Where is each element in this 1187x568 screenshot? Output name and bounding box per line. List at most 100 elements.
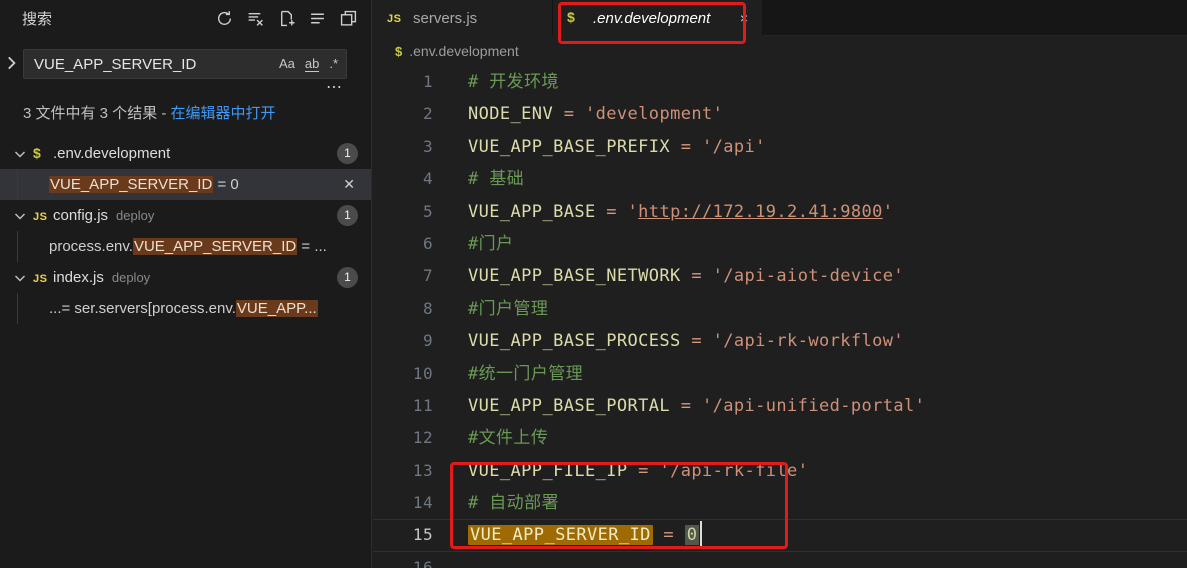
new-search-editor-icon[interactable] [277, 9, 295, 27]
file-path: deploy [116, 208, 155, 223]
whole-word-toggle[interactable]: ab [304, 56, 320, 72]
code-line-6[interactable]: 6 #门户 [373, 228, 1187, 260]
tab-servers-js[interactable]: JS servers.js [373, 0, 553, 36]
code-token: '/api-rk-file' [659, 460, 809, 481]
open-in-editor-link[interactable]: 在编辑器中打开 [171, 105, 276, 122]
tab-bar-empty-space [763, 0, 1187, 35]
code-line-2[interactable]: 2 NODE_ENV = 'development' [373, 98, 1187, 130]
code-token: VUE_APP_BASE_PROCESS [468, 331, 681, 352]
code-line-10[interactable]: 10 #统一门户管理 [373, 358, 1187, 390]
env-file-icon: $ [33, 145, 41, 161]
search-results-tree: $ .env.development 1 VUE_APP_SERVER_ID =… [0, 138, 371, 324]
file-row-index-js[interactable]: JS index.js deploy 1 [0, 262, 371, 293]
code-line-5[interactable]: 5 VUE_APP_BASE = 'http://172.19.2.41:9800… [373, 196, 1187, 228]
js-file-icon: JS [387, 13, 402, 25]
toggle-replace-chevron-icon[interactable] [2, 54, 20, 72]
code-token: #门户管理 [468, 298, 549, 319]
code-line-14[interactable]: 14 # 自动部署 [373, 487, 1187, 519]
line-content: VUE_APP_BASE_NETWORK = '/api-aiot-device… [468, 260, 904, 292]
code-token: = [553, 104, 585, 125]
refresh-icon[interactable] [215, 9, 233, 27]
code-line-13[interactable]: 13 VUE_APP_FILE_IP = '/api-rk-file' [373, 455, 1187, 487]
code-line-4[interactable]: 4 # 基础 [373, 163, 1187, 195]
code-token: = [680, 331, 713, 352]
code-token: = [652, 525, 685, 546]
search-input-row: VUE_APP_SERVER_ID Aa ab .* [0, 49, 371, 79]
file-name: index.js [53, 269, 104, 286]
code-line-3[interactable]: 3 VUE_APP_BASE_PREFIX = '/api' [373, 131, 1187, 163]
code-line-8[interactable]: 8 #门户管理 [373, 293, 1187, 325]
tab-label: .env.development [593, 9, 711, 27]
code-line-9[interactable]: 9 VUE_APP_BASE_PROCESS = '/api-rk-workflo… [373, 325, 1187, 357]
code-token: VUE_APP_BASE_PORTAL [468, 395, 671, 416]
search-result-summary: 3 文件中有 3 个结果 - 在编辑器中打开 [0, 97, 371, 138]
regex-toggle[interactable]: .* [329, 57, 338, 71]
code-token: '/api-unified-portal' [701, 395, 926, 416]
line-content: #门户管理 [468, 293, 548, 325]
line-content: #文件上传 [468, 422, 548, 454]
vscode-window: 搜索 VUE_APP_SERVER_ID Aa ab .* ⋯ 3 文件中有 3… [0, 0, 1187, 568]
line-content: VUE_APP_BASE_PROCESS = '/api-rk-workflow… [468, 325, 904, 357]
tab-env-development[interactable]: $ .env.development × [553, 0, 763, 36]
line-number: 14 [412, 493, 433, 513]
code-token: VUE_APP_BASE_NETWORK [468, 266, 681, 287]
code-token: NODE_ENV [468, 104, 554, 125]
search-result-row[interactable]: process.env.VUE_APP_SERVER_ID = ... [0, 231, 371, 262]
search-options: Aa ab .* [279, 56, 338, 72]
result-text: VUE_APP_SERVER_ID = 0 [49, 176, 239, 193]
search-query-text[interactable]: VUE_APP_SERVER_ID [34, 56, 279, 73]
open-in-editor-icon[interactable] [339, 9, 357, 27]
url-link[interactable]: http://172.19.2.41:9800 [638, 202, 883, 222]
code-token: #文件上传 [468, 428, 549, 449]
code-token: '/api' [701, 136, 766, 157]
line-number: 9 [422, 331, 433, 351]
toggle-search-details-icon[interactable]: ⋯ [326, 79, 343, 96]
chevron-down-icon[interactable] [12, 208, 28, 224]
file-row-env-development[interactable]: $ .env.development 1 [0, 138, 371, 169]
result-count-badge: 1 [337, 143, 358, 164]
expand-all-icon[interactable] [308, 9, 326, 27]
line-content: #统一门户管理 [468, 358, 583, 390]
code-token: VUE_APP_FILE_IP [468, 460, 628, 481]
breadcrumb-file[interactable]: .env.development [409, 43, 518, 59]
chevron-down-icon[interactable] [12, 146, 28, 162]
code-area[interactable]: 1 # 开发环境 2 NODE_ENV = 'development' 3 VUE_APP… [373, 66, 1187, 568]
file-name: config.js [53, 207, 109, 224]
chevron-down-icon[interactable] [12, 270, 28, 286]
search-toolbar [215, 9, 357, 27]
search-details-row: ⋯ [0, 79, 371, 97]
code-token: # 开发环境 [468, 72, 559, 92]
code-line-1[interactable]: 1 # 开发环境 [373, 66, 1187, 98]
close-tab-icon[interactable]: × [726, 10, 748, 26]
line-content: # 自动部署 [468, 487, 559, 519]
js-file-icon: JS [33, 273, 48, 285]
line-number: 8 [422, 298, 433, 318]
tab-bar: JS servers.js $ .env.development × [373, 0, 1187, 36]
line-number: 7 [422, 266, 433, 286]
code-line-15[interactable]: 15 VUE_APP_SERVER_ID = 0 [373, 519, 1187, 551]
code-token: # 自动部署 [468, 493, 559, 514]
code-line-12[interactable]: 12 #文件上传 [373, 422, 1187, 454]
clear-search-results-icon[interactable] [246, 9, 264, 27]
match-highlight: VUE_APP... [235, 300, 318, 317]
line-content: VUE_APP_SERVER_ID = 0 [468, 519, 703, 551]
search-result-row[interactable]: ...= ser.servers[process.env.VUE_APP... [0, 293, 371, 324]
match-case-toggle[interactable]: Aa [279, 57, 295, 71]
code-line-7[interactable]: 7 VUE_APP_BASE_NETWORK = '/api-aiot-devic… [373, 260, 1187, 292]
line-content: VUE_APP_BASE_PORTAL = '/api-unified-port… [468, 390, 925, 422]
line-number: 11 [412, 395, 433, 415]
code-line-16[interactable]: 16 [373, 552, 1187, 568]
file-path: deploy [111, 270, 151, 285]
code-token: = [595, 201, 628, 222]
dismiss-result-icon[interactable]: ✕ [343, 176, 355, 193]
file-row-config-js[interactable]: JS config.js deploy 1 [0, 200, 371, 231]
line-content: VUE_APP_BASE = 'http://172.19.2.41:9800' [468, 196, 893, 228]
line-number: 4 [422, 169, 433, 189]
line-content: VUE_APP_BASE_PREFIX = '/api' [468, 131, 766, 163]
line-number: 1 [422, 72, 433, 91]
search-result-row[interactable]: VUE_APP_SERVER_ID = 0 ✕ [0, 169, 371, 200]
search-input[interactable]: VUE_APP_SERVER_ID Aa ab .* [23, 49, 347, 79]
line-number: 12 [412, 428, 433, 448]
line-number: 2 [422, 104, 433, 124]
code-line-11[interactable]: 11 VUE_APP_BASE_PORTAL = '/api-unified-po… [373, 390, 1187, 422]
